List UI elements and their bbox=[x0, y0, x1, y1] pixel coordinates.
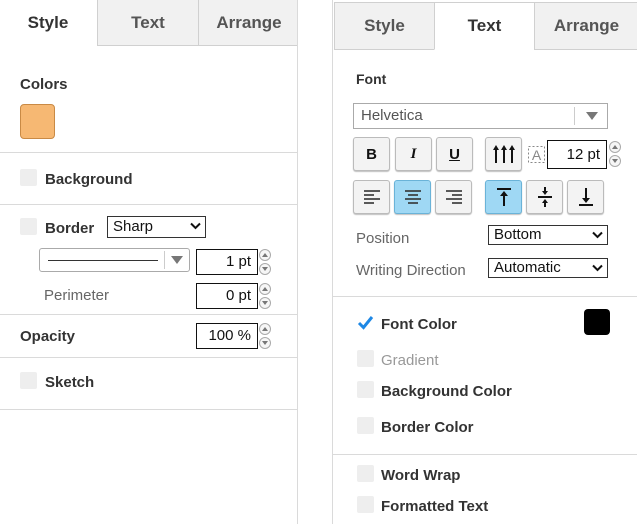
sketch-checkbox[interactable] bbox=[20, 372, 37, 389]
underline-icon: U bbox=[449, 145, 460, 163]
fill-color-swatch[interactable] bbox=[20, 104, 55, 139]
gradient-checkbox[interactable] bbox=[357, 350, 374, 367]
italic-icon: I bbox=[410, 145, 417, 162]
align-right-button[interactable] bbox=[435, 180, 472, 214]
opacity-stepper[interactable] bbox=[259, 323, 271, 349]
line-width-input[interactable]: 1 pt bbox=[196, 249, 258, 275]
align-right-icon bbox=[445, 190, 462, 204]
solid-line-preview bbox=[48, 260, 158, 261]
border-checkbox[interactable] bbox=[20, 218, 37, 235]
border-color-label: Border Color bbox=[381, 419, 474, 436]
word-wrap-checkbox[interactable] bbox=[357, 465, 374, 482]
chevron-down-icon bbox=[592, 231, 603, 239]
align-center-button[interactable] bbox=[394, 180, 431, 214]
align-bottom-icon bbox=[578, 188, 593, 206]
bold-icon: B bbox=[366, 145, 377, 163]
font-family-select[interactable]: Helvetica bbox=[353, 103, 608, 129]
tab-text[interactable]: Text bbox=[97, 0, 199, 46]
perimeter-label: Perimeter bbox=[44, 287, 110, 304]
tab-arrange-label: Arrange bbox=[553, 16, 620, 35]
divider bbox=[0, 204, 297, 205]
italic-button[interactable]: I bbox=[395, 137, 432, 171]
divider bbox=[333, 454, 637, 455]
tab-text-label: Text bbox=[467, 16, 502, 35]
opacity-input[interactable]: 100 % bbox=[196, 323, 258, 349]
chevron-down-icon bbox=[190, 222, 201, 230]
perimeter-stepper[interactable] bbox=[259, 283, 271, 309]
opacity-label: Opacity bbox=[20, 328, 76, 345]
align-middle-icon bbox=[537, 187, 552, 207]
writing-direction-select[interactable]: Automatic bbox=[488, 258, 608, 278]
align-center-icon bbox=[404, 190, 421, 204]
align-top-button[interactable] bbox=[485, 180, 522, 214]
font-color-label: Font Color bbox=[381, 316, 457, 333]
tab-style[interactable]: Style bbox=[0, 0, 98, 46]
background-label: Background bbox=[45, 171, 133, 188]
position-label: Position bbox=[356, 230, 410, 247]
border-label: Border bbox=[45, 220, 95, 237]
font-family-value: Helvetica bbox=[361, 107, 423, 124]
bold-button[interactable]: B bbox=[353, 137, 390, 171]
formatted-text-checkbox[interactable] bbox=[357, 496, 374, 513]
tab-style[interactable]: Style bbox=[334, 2, 435, 50]
tab-arrange[interactable]: Arrange bbox=[534, 2, 637, 50]
position-value: Bottom bbox=[494, 226, 542, 243]
svg-text:A: A bbox=[532, 147, 542, 163]
format-panel-text: Style Text Arrange Font Helvetica B I U … bbox=[332, 0, 637, 524]
checkmark-icon bbox=[357, 316, 374, 330]
align-middle-button[interactable] bbox=[526, 180, 563, 214]
tab-arrange-label: Arrange bbox=[216, 12, 282, 32]
tab-arrange[interactable]: Arrange bbox=[198, 0, 297, 46]
divider bbox=[0, 357, 297, 358]
font-size-icon: A bbox=[528, 146, 545, 163]
background-checkbox[interactable] bbox=[20, 169, 37, 186]
align-bottom-button[interactable] bbox=[567, 180, 604, 214]
word-wrap-label: Word Wrap bbox=[381, 467, 461, 484]
align-top-icon bbox=[496, 188, 511, 206]
line-width-stepper[interactable] bbox=[259, 249, 271, 275]
tab-text-label: Text bbox=[131, 12, 165, 32]
tab-text[interactable]: Text bbox=[434, 2, 535, 50]
divider bbox=[333, 296, 637, 297]
border-style-select[interactable]: Sharp bbox=[107, 216, 206, 238]
divider bbox=[0, 314, 297, 315]
chevron-down-icon bbox=[171, 256, 183, 264]
background-color-label: Background Color bbox=[381, 383, 512, 400]
formatted-text-label: Formatted Text bbox=[381, 498, 489, 515]
font-size-stepper[interactable] bbox=[609, 141, 621, 167]
background-color-checkbox[interactable] bbox=[357, 381, 374, 398]
format-panel-style: Style Text Arrange Colors Background Bor… bbox=[0, 0, 298, 524]
colors-heading: Colors bbox=[20, 76, 68, 93]
gradient-label: Gradient bbox=[381, 352, 439, 369]
chevron-down-icon bbox=[586, 112, 598, 120]
align-left-button[interactable] bbox=[353, 180, 390, 214]
writing-direction-value: Automatic bbox=[494, 259, 561, 276]
writing-direction-label: Writing Direction bbox=[356, 262, 466, 279]
vertical-text-button[interactable] bbox=[485, 137, 522, 171]
vertical-text-icon bbox=[492, 145, 515, 163]
font-heading: Font bbox=[356, 71, 387, 87]
sketch-label: Sketch bbox=[45, 374, 95, 391]
divider bbox=[0, 152, 297, 153]
border-style-value: Sharp bbox=[113, 218, 154, 235]
border-color-checkbox[interactable] bbox=[357, 417, 374, 434]
align-left-icon bbox=[363, 190, 380, 204]
chevron-down-icon bbox=[592, 264, 603, 272]
tab-style-label: Style bbox=[364, 16, 405, 35]
font-size-input[interactable]: 12 pt bbox=[547, 140, 607, 169]
divider bbox=[0, 409, 297, 410]
line-pattern-select[interactable] bbox=[39, 248, 190, 272]
tab-style-label: Style bbox=[27, 12, 69, 32]
font-color-swatch[interactable] bbox=[584, 309, 610, 335]
underline-button[interactable]: U bbox=[436, 137, 473, 171]
position-select[interactable]: Bottom bbox=[488, 225, 608, 245]
perimeter-input[interactable]: 0 pt bbox=[196, 283, 258, 309]
font-color-checkbox[interactable] bbox=[357, 314, 374, 331]
